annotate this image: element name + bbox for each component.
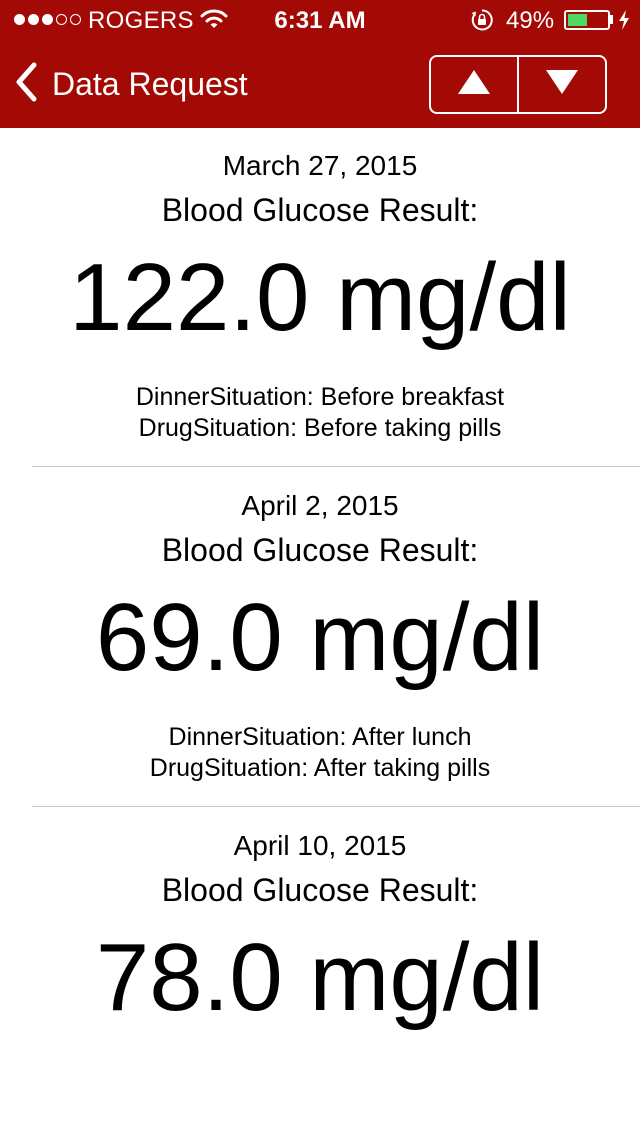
- glucose-value: 69.0 mg/dl: [95, 584, 545, 691]
- list-item: April 10, 2015 Blood Glucose Result: 78.…: [0, 808, 640, 1148]
- result-label: Blood Glucose Result:: [161, 532, 479, 568]
- status-bar: ROGERS 6:31 AM 49%: [0, 0, 640, 40]
- dinner-situation: DinnerSituation: Before breakfast: [135, 383, 505, 411]
- glucose-value: 122.0 mg/dl: [69, 244, 571, 351]
- list-item: March 27, 2015 Blood Glucose Result: 122…: [0, 128, 640, 468]
- divider: [32, 806, 640, 807]
- triangle-down-icon: [545, 69, 579, 100]
- glucose-results-list[interactable]: March 27, 2015 Blood Glucose Result: 122…: [0, 128, 640, 1148]
- previous-record-button[interactable]: [431, 57, 517, 112]
- record-date: April 10, 2015: [233, 830, 407, 861]
- divider: [32, 466, 640, 467]
- battery-level: [568, 14, 587, 26]
- record-stepper: [429, 55, 607, 114]
- record-date: March 27, 2015: [222, 150, 418, 181]
- chevron-left-icon: [14, 62, 38, 107]
- next-record-button[interactable]: [517, 57, 605, 112]
- drug-situation: DrugSituation: After taking pills: [149, 754, 491, 782]
- nav-title: Data Request: [52, 66, 248, 102]
- navigation-header: ROGERS 6:31 AM 49% Data Request: [0, 0, 640, 128]
- result-label: Blood Glucose Result:: [161, 192, 479, 228]
- drug-situation: DrugSituation: Before taking pills: [138, 414, 502, 442]
- rotation-lock-icon: [470, 8, 494, 37]
- dinner-situation: DinnerSituation: After lunch: [168, 723, 472, 751]
- battery-percent: 49%: [506, 7, 555, 34]
- battery-terminal: [610, 15, 613, 24]
- list-item: April 2, 2015 Blood Glucose Result: 69.0…: [0, 468, 640, 808]
- glucose-value: 78.0 mg/dl: [95, 924, 545, 1031]
- charging-bolt-icon: [617, 9, 631, 36]
- record-date: April 2, 2015: [241, 490, 399, 521]
- result-label: Blood Glucose Result:: [161, 872, 479, 908]
- triangle-up-icon: [457, 69, 491, 100]
- battery-icon: [564, 10, 610, 30]
- back-button[interactable]: Data Request: [14, 62, 248, 107]
